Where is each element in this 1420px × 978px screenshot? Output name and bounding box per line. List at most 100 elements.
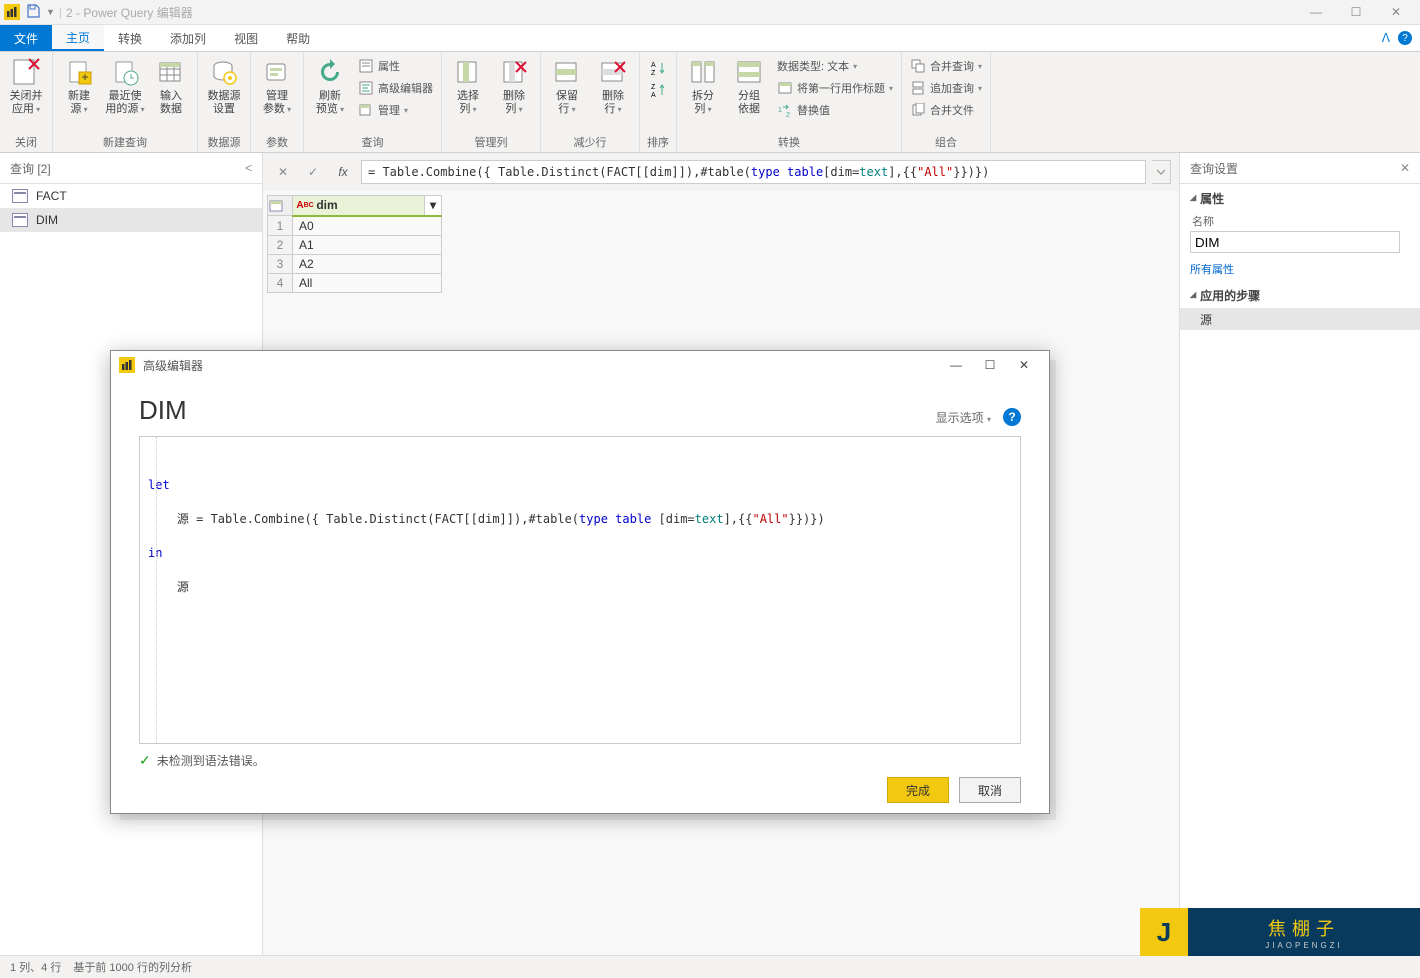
append-queries-button[interactable]: 追加查询 ▾ [910, 78, 982, 98]
replace-values-button[interactable]: 12替换值 [777, 100, 893, 120]
sort-asc-button[interactable]: AZ [650, 58, 666, 78]
syntax-status: ✓ 未检测到语法错误。 [139, 752, 1021, 769]
dialog-titlebar: 高级编辑器 — ☐ ✕ [111, 351, 1049, 379]
refresh-preview-button[interactable]: 刷新 预览 ▾ [308, 54, 352, 118]
titlebar: ▼ | 2 - Power Query 编辑器 — ☐ ✕ [0, 0, 1420, 25]
sort-desc-button[interactable]: ZA [650, 80, 666, 100]
recent-sources-button[interactable]: 最近使 用的源 ▾ [103, 54, 147, 118]
row-header[interactable]: 1 [268, 216, 293, 236]
code-editor[interactable]: let 源 = Table.Combine({ Table.Distinct(F… [139, 436, 1021, 744]
display-options-button[interactable]: 显示选项 ▾ [936, 409, 991, 426]
new-source-button[interactable]: +新建 源 ▾ [57, 54, 101, 118]
enter-data-button[interactable]: 输入 数据 [149, 54, 193, 118]
remove-rows-button[interactable]: 删除 行 ▾ [591, 54, 635, 118]
manage-parameters-button[interactable]: 管理 参数 ▾ [255, 54, 299, 118]
svg-text:Z: Z [651, 70, 656, 76]
tab-transform[interactable]: 转换 [104, 25, 156, 51]
done-button[interactable]: 完成 [887, 777, 949, 803]
svg-text:A: A [651, 62, 656, 69]
table-icon [12, 189, 28, 203]
svg-text:2: 2 [786, 112, 790, 117]
formula-input[interactable]: = Table.Combine({ Table.Distinct(FACT[[d… [361, 160, 1146, 184]
close-apply-button[interactable]: 关闭并 应用 ▾ [4, 54, 48, 118]
choose-columns-button[interactable]: 选择 列 ▾ [446, 54, 490, 118]
help-icon[interactable]: ? [1398, 31, 1412, 45]
close-button[interactable]: ✕ [1376, 0, 1416, 24]
save-icon[interactable] [26, 4, 42, 20]
formula-expand-button[interactable] [1152, 160, 1171, 184]
check-icon: ✓ [139, 752, 151, 769]
formula-bar: ✕ ✓ fx = Table.Combine({ Table.Distinct(… [263, 153, 1179, 191]
svg-text:+: + [81, 70, 88, 84]
dialog-heading: DIM [139, 395, 187, 426]
fx-button[interactable]: fx [331, 160, 355, 184]
remove-columns-button[interactable]: 删除 列 ▾ [492, 54, 536, 118]
queries-header: 查询 [2] < [0, 153, 262, 184]
data-cell[interactable]: All [293, 273, 442, 292]
collapse-ribbon-icon[interactable]: ᐱ [1382, 31, 1390, 45]
row-header[interactable]: 4 [268, 273, 293, 292]
group-close-label: 关闭 [15, 132, 37, 152]
manage-query-button[interactable]: 管理 ▾ [358, 100, 433, 120]
query-settings-pane: 查询设置 ✕ 属性 名称 所有属性 应用的步骤 源 [1179, 153, 1420, 959]
commit-formula-button[interactable]: ✓ [301, 160, 325, 184]
step-source[interactable]: 源 [1180, 308, 1420, 330]
svg-text:1: 1 [778, 107, 782, 114]
tab-view[interactable]: 视图 [220, 25, 272, 51]
window-title: 2 - Power Query 编辑器 [66, 4, 193, 21]
dialog-minimize-button[interactable]: — [939, 351, 973, 379]
data-type-button[interactable]: 数据类型: 文本 ▾ [777, 56, 893, 76]
ribbon: 关闭并 应用 ▾ 关闭 +新建 源 ▾ 最近使 用的源 ▾ 输入 数据 新建查询… [0, 52, 1420, 153]
app-icon [4, 4, 20, 20]
split-column-button[interactable]: 拆分 列 ▾ [681, 54, 725, 118]
applied-steps-title[interactable]: 应用的步骤 [1190, 287, 1410, 304]
tab-addcolumn[interactable]: 添加列 [156, 25, 220, 51]
query-item-dim[interactable]: DIM [0, 208, 262, 232]
query-name-input[interactable] [1190, 231, 1400, 253]
status-profiling: 基于前 1000 行的列分析 [73, 959, 192, 975]
advanced-editor-button[interactable]: 高级编辑器 [358, 78, 433, 98]
data-cell[interactable]: A2 [293, 254, 442, 273]
status-bar: 1 列、4 行 基于前 1000 行的列分析 [0, 955, 1420, 978]
data-cell[interactable]: A1 [293, 235, 442, 254]
query-item-fact[interactable]: FACT [0, 184, 262, 208]
column-filter-button[interactable]: ▾ [424, 196, 441, 215]
collapse-pane-icon[interactable]: < [245, 161, 252, 175]
properties-button[interactable]: 属性 [358, 56, 433, 76]
status-columns-rows: 1 列、4 行 [10, 959, 61, 975]
dialog-close-button[interactable]: ✕ [1007, 351, 1041, 379]
cancel-formula-button[interactable]: ✕ [271, 160, 295, 184]
table-icon [12, 213, 28, 227]
column-header-dim[interactable]: ABC dim ▾ [293, 196, 442, 216]
select-all-corner[interactable] [268, 196, 293, 216]
all-properties-link[interactable]: 所有属性 [1190, 261, 1234, 277]
data-cell[interactable]: A0 [293, 216, 442, 236]
close-settings-button[interactable]: ✕ [1400, 161, 1410, 175]
dialog-title: 高级编辑器 [143, 357, 203, 374]
use-first-row-headers-button[interactable]: 将第一行用作标题 ▾ [777, 78, 893, 98]
watermark: J 焦棚子JIAOPENGZI [1140, 908, 1420, 956]
dialog-maximize-button[interactable]: ☐ [973, 351, 1007, 379]
maximize-button[interactable]: ☐ [1336, 0, 1376, 24]
name-label: 名称 [1192, 213, 1410, 229]
combine-files-button[interactable]: 合并文件 [910, 100, 982, 120]
settings-header: 查询设置 [1190, 160, 1238, 177]
svg-text:Z: Z [651, 84, 656, 91]
merge-queries-button[interactable]: 合并查询 ▾ [910, 56, 982, 76]
watermark-logo: J [1140, 908, 1188, 956]
tab-file[interactable]: 文件 [0, 25, 52, 51]
cancel-button[interactable]: 取消 [959, 777, 1021, 803]
tab-home[interactable]: 主页 [52, 25, 104, 51]
advanced-editor-dialog: 高级编辑器 — ☐ ✕ DIM 显示选项 ▾ ? let 源 = Table.C… [110, 350, 1050, 814]
row-header[interactable]: 2 [268, 235, 293, 254]
svg-text:A: A [651, 92, 656, 98]
app-icon [119, 357, 135, 373]
group-by-button[interactable]: 分组 依据 [727, 54, 771, 118]
tab-help[interactable]: 帮助 [272, 25, 324, 51]
dialog-help-icon[interactable]: ? [1003, 408, 1021, 426]
properties-section-title[interactable]: 属性 [1190, 190, 1410, 207]
row-header[interactable]: 3 [268, 254, 293, 273]
datasource-settings-button[interactable]: 数据源 设置 [202, 54, 246, 118]
keep-rows-button[interactable]: 保留 行 ▾ [545, 54, 589, 118]
minimize-button[interactable]: — [1296, 0, 1336, 24]
